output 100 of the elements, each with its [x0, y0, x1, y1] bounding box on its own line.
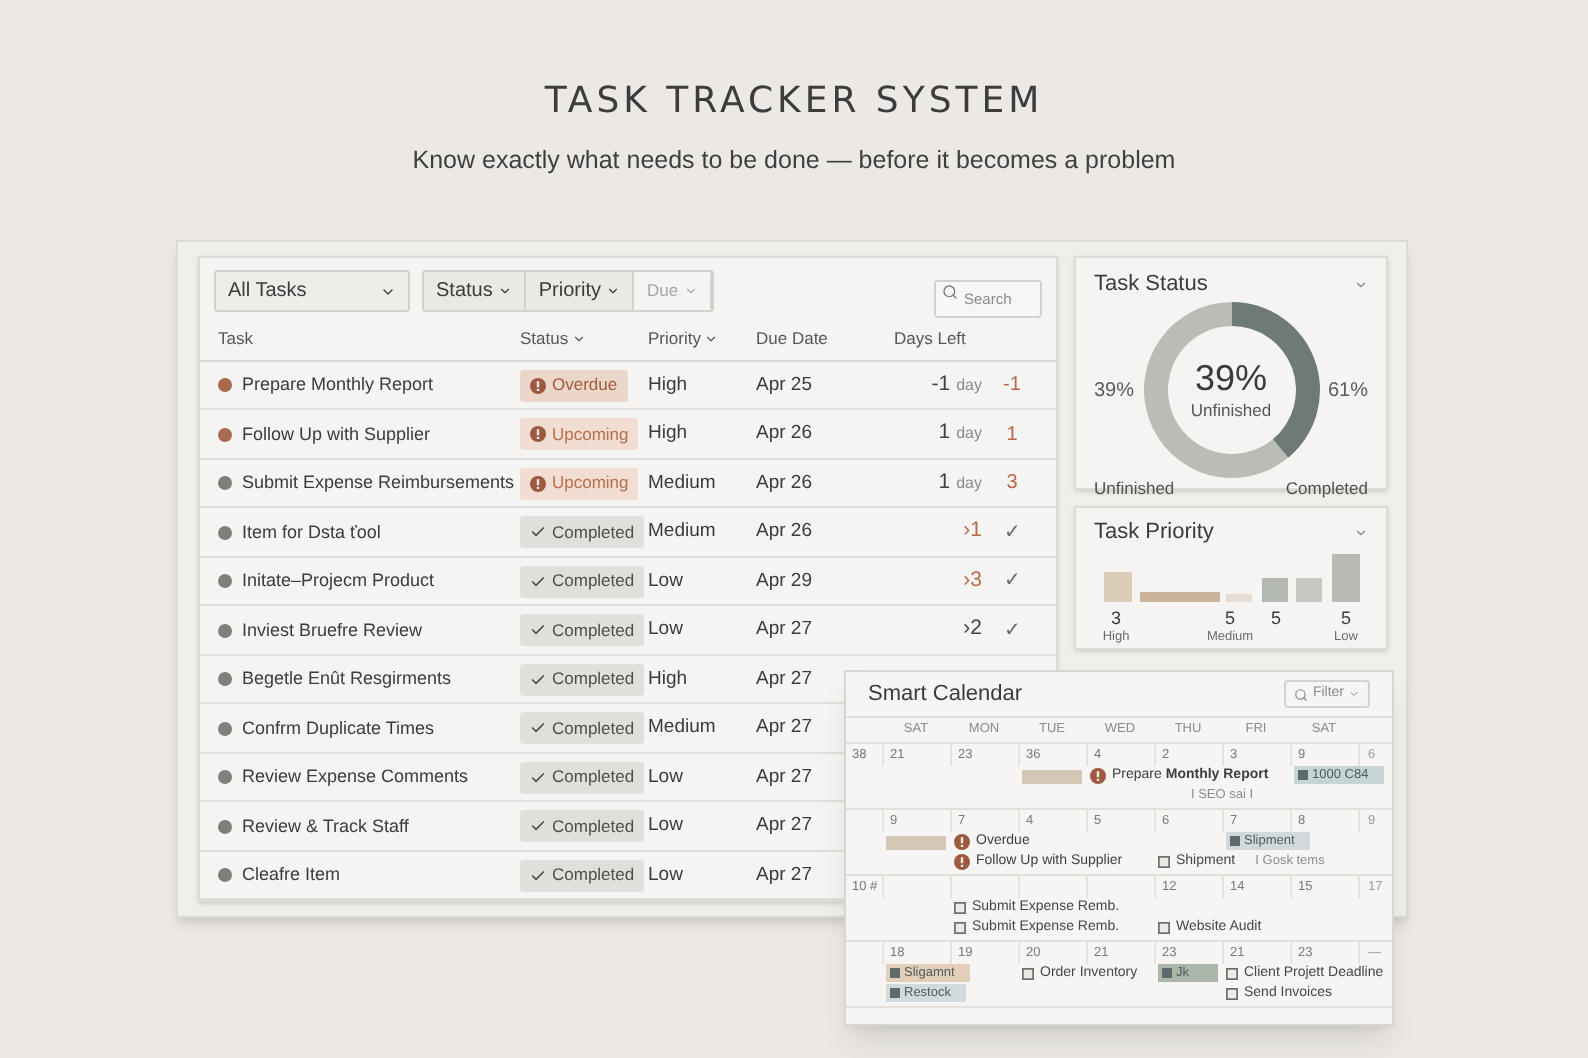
alert-icon — [530, 475, 546, 492]
priority-text: Low — [648, 616, 683, 645]
check-icon — [530, 818, 546, 835]
status-badge: Upcoming — [520, 418, 639, 451]
status-badge: Upcoming — [520, 467, 639, 500]
alert-icon — [530, 426, 546, 443]
due-date: Apr 29 — [756, 567, 812, 596]
task-name: Submit Expense Reimbursements — [242, 470, 515, 496]
priority-text: Low — [648, 812, 683, 841]
due-date: Apr 27 — [756, 763, 812, 792]
search-icon — [1294, 687, 1309, 701]
status-badge: Completed — [520, 614, 645, 647]
task-name: Review Expense Comments — [242, 764, 469, 790]
days-unit: day — [956, 471, 982, 496]
priority-count: 5 — [1224, 608, 1235, 629]
status-badge: Completed — [520, 859, 645, 892]
alert-icon — [1090, 768, 1106, 784]
center-label: Unfinished — [1190, 397, 1272, 424]
priority-text: High — [648, 420, 688, 449]
due-date: Apr 25 — [756, 371, 812, 400]
days-left: ›2 — [963, 614, 982, 645]
checkbox-icon — [1158, 856, 1170, 868]
column-header: Due Date — [756, 325, 828, 352]
priority-text: High — [648, 371, 688, 400]
alert-icon — [954, 834, 970, 850]
days-indicator: -1 — [1003, 372, 1021, 401]
due-date: Apr 26 — [756, 420, 812, 449]
alert-icon — [530, 377, 546, 394]
priority-text: Low — [648, 567, 683, 596]
column-header[interactable]: Priority — [648, 325, 719, 352]
priority-text: Medium — [648, 518, 716, 547]
priority-count: 3 — [1110, 608, 1121, 629]
page-subtitle: Know exactly what needs to be done — before it becomes a problem — [412, 144, 1176, 178]
priority-text: Low — [648, 861, 683, 890]
card-title: Task Priority — [1094, 517, 1214, 548]
legend-label: Unfinished — [1094, 476, 1175, 502]
event-bar[interactable] — [886, 835, 946, 849]
sort-icon — [572, 331, 587, 346]
card-title: Task Status — [1094, 269, 1208, 300]
check-icon — [530, 524, 546, 541]
days-left: ›1 — [963, 516, 982, 547]
status-badge: Completed — [520, 761, 645, 794]
days-left: 1 — [938, 467, 951, 498]
status-badge: Completed — [520, 810, 645, 843]
completed-percent: 61% — [1327, 377, 1368, 406]
checkbox-icon — [954, 902, 966, 914]
priority-count: 5 — [1340, 608, 1351, 629]
view-dropdown[interactable]: All Tasks — [214, 270, 410, 313]
days-indicator: ✓ — [1004, 519, 1020, 548]
days-left: 1 — [938, 418, 951, 449]
chevron-icon — [1348, 688, 1360, 700]
chevron-icon — [498, 284, 513, 299]
page-title: TASK TRACKER SYSTEM — [544, 80, 1044, 124]
center-percent: 39% — [1194, 357, 1268, 398]
check-icon — [530, 671, 546, 688]
menu-caret-icon[interactable] — [1354, 525, 1368, 539]
task-name: Cleafre Item — [242, 862, 341, 888]
due-date: Apr 26 — [756, 518, 812, 547]
task-name: Initate–Projecm Product — [242, 568, 435, 594]
check-icon — [530, 622, 546, 639]
filter-dropdown[interactable]: Priority — [526, 272, 635, 311]
days-indicator: 3 — [1006, 470, 1018, 499]
status-badge: Overdue — [520, 369, 628, 402]
chevron-icon — [606, 284, 621, 299]
filter-dropdown[interactable]: Status — [424, 272, 527, 311]
task-name: Inviest Bruefre Review — [242, 617, 423, 643]
checkbox-icon — [1022, 968, 1034, 980]
priority-text: Low — [648, 763, 683, 792]
priority-count: 5 — [1270, 608, 1281, 629]
due-date: Apr 27 — [756, 861, 812, 890]
days-indicator: ✓ — [1004, 617, 1020, 646]
status-badge: Completed — [520, 516, 645, 549]
calendar-title: Smart Calendar — [868, 679, 1023, 710]
due-date: Apr 26 — [756, 469, 812, 498]
due-date: Apr 27 — [756, 812, 812, 841]
checkbox-icon — [1226, 988, 1238, 1000]
column-header: Task — [218, 325, 253, 352]
check-icon — [530, 720, 546, 737]
priority-text: High — [648, 665, 688, 694]
alert-icon — [954, 854, 970, 870]
legend-label: Completed — [1285, 476, 1368, 502]
days-indicator: 1 — [1006, 421, 1018, 450]
unfinished-percent: 39% — [1094, 377, 1135, 406]
due-date: Apr 27 — [756, 714, 812, 743]
due-date: Apr 27 — [756, 616, 812, 645]
task-name: Review & Track Staff — [242, 813, 409, 839]
days-indicator: ✓ — [1004, 568, 1020, 597]
due-date: Apr 27 — [756, 665, 812, 694]
priority-text: Medium — [648, 469, 716, 498]
status-badge: Completed — [520, 565, 645, 598]
check-icon — [530, 769, 546, 786]
task-name: Confrm Duplicate Times — [242, 715, 435, 742]
event-bar[interactable] — [1022, 769, 1082, 783]
chevron-icon — [684, 284, 699, 299]
column-header[interactable]: Status — [520, 325, 587, 352]
task-name: Prepare Monthly Report — [242, 372, 434, 398]
days-unit: day — [956, 422, 982, 447]
days-left: -1 — [931, 369, 951, 400]
menu-caret-icon[interactable] — [1354, 277, 1368, 291]
check-icon — [530, 573, 546, 590]
